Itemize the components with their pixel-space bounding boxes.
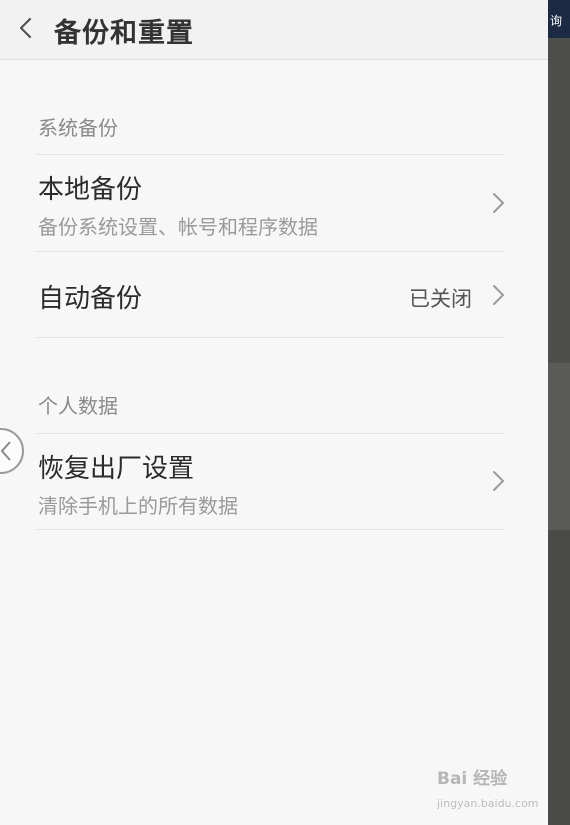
local-backup-item[interactable]: 本地备份 备份系统设置、帐号和程序数据 <box>0 155 548 251</box>
factory-reset-subtitle: 清除手机上的所有数据 <box>38 494 238 518</box>
chevron-right-icon <box>493 193 504 213</box>
factory-reset-item[interactable]: 恢复出厂设置 清除手机上的所有数据 <box>0 434 548 529</box>
chevron-right-icon <box>493 285 504 305</box>
section-header-system-backup: 系统备份 <box>38 116 118 140</box>
title-bar: 备份和重置 <box>0 0 548 60</box>
right-edge-text: 询 <box>550 14 563 28</box>
background-strip-segment <box>548 38 570 363</box>
watermark-url: jingyan.baidu.com <box>437 797 539 810</box>
background-strip-segment <box>548 363 570 530</box>
section-header-personal-data: 个人数据 <box>38 394 118 418</box>
page-title: 备份和重置 <box>54 18 194 49</box>
background-strip-top: 询 <box>548 0 570 38</box>
assist-glyph <box>0 441 11 461</box>
divider <box>36 337 504 338</box>
auto-backup-title: 自动备份 <box>38 284 143 314</box>
auto-backup-item[interactable]: 自动备份 已关闭 <box>0 252 548 337</box>
back-button[interactable] <box>10 12 42 44</box>
background-strip: 询 <box>548 0 570 825</box>
floating-assist-icon[interactable] <box>0 428 24 474</box>
chevron-right-icon <box>493 471 504 491</box>
local-backup-title: 本地备份 <box>38 175 143 205</box>
local-backup-subtitle: 备份系统设置、帐号和程序数据 <box>38 215 318 239</box>
settings-screen: 备份和重置 系统备份 本地备份 备份系统设置、帐号和程序数据 自动备份 已关闭 … <box>0 0 548 825</box>
chevron-left-icon <box>19 17 32 39</box>
factory-reset-title: 恢复出厂设置 <box>38 454 195 484</box>
auto-backup-status: 已关闭 <box>409 287 472 311</box>
watermark: Bai 经验 <box>437 769 508 789</box>
divider <box>36 529 504 530</box>
background-strip-segment <box>548 530 570 825</box>
